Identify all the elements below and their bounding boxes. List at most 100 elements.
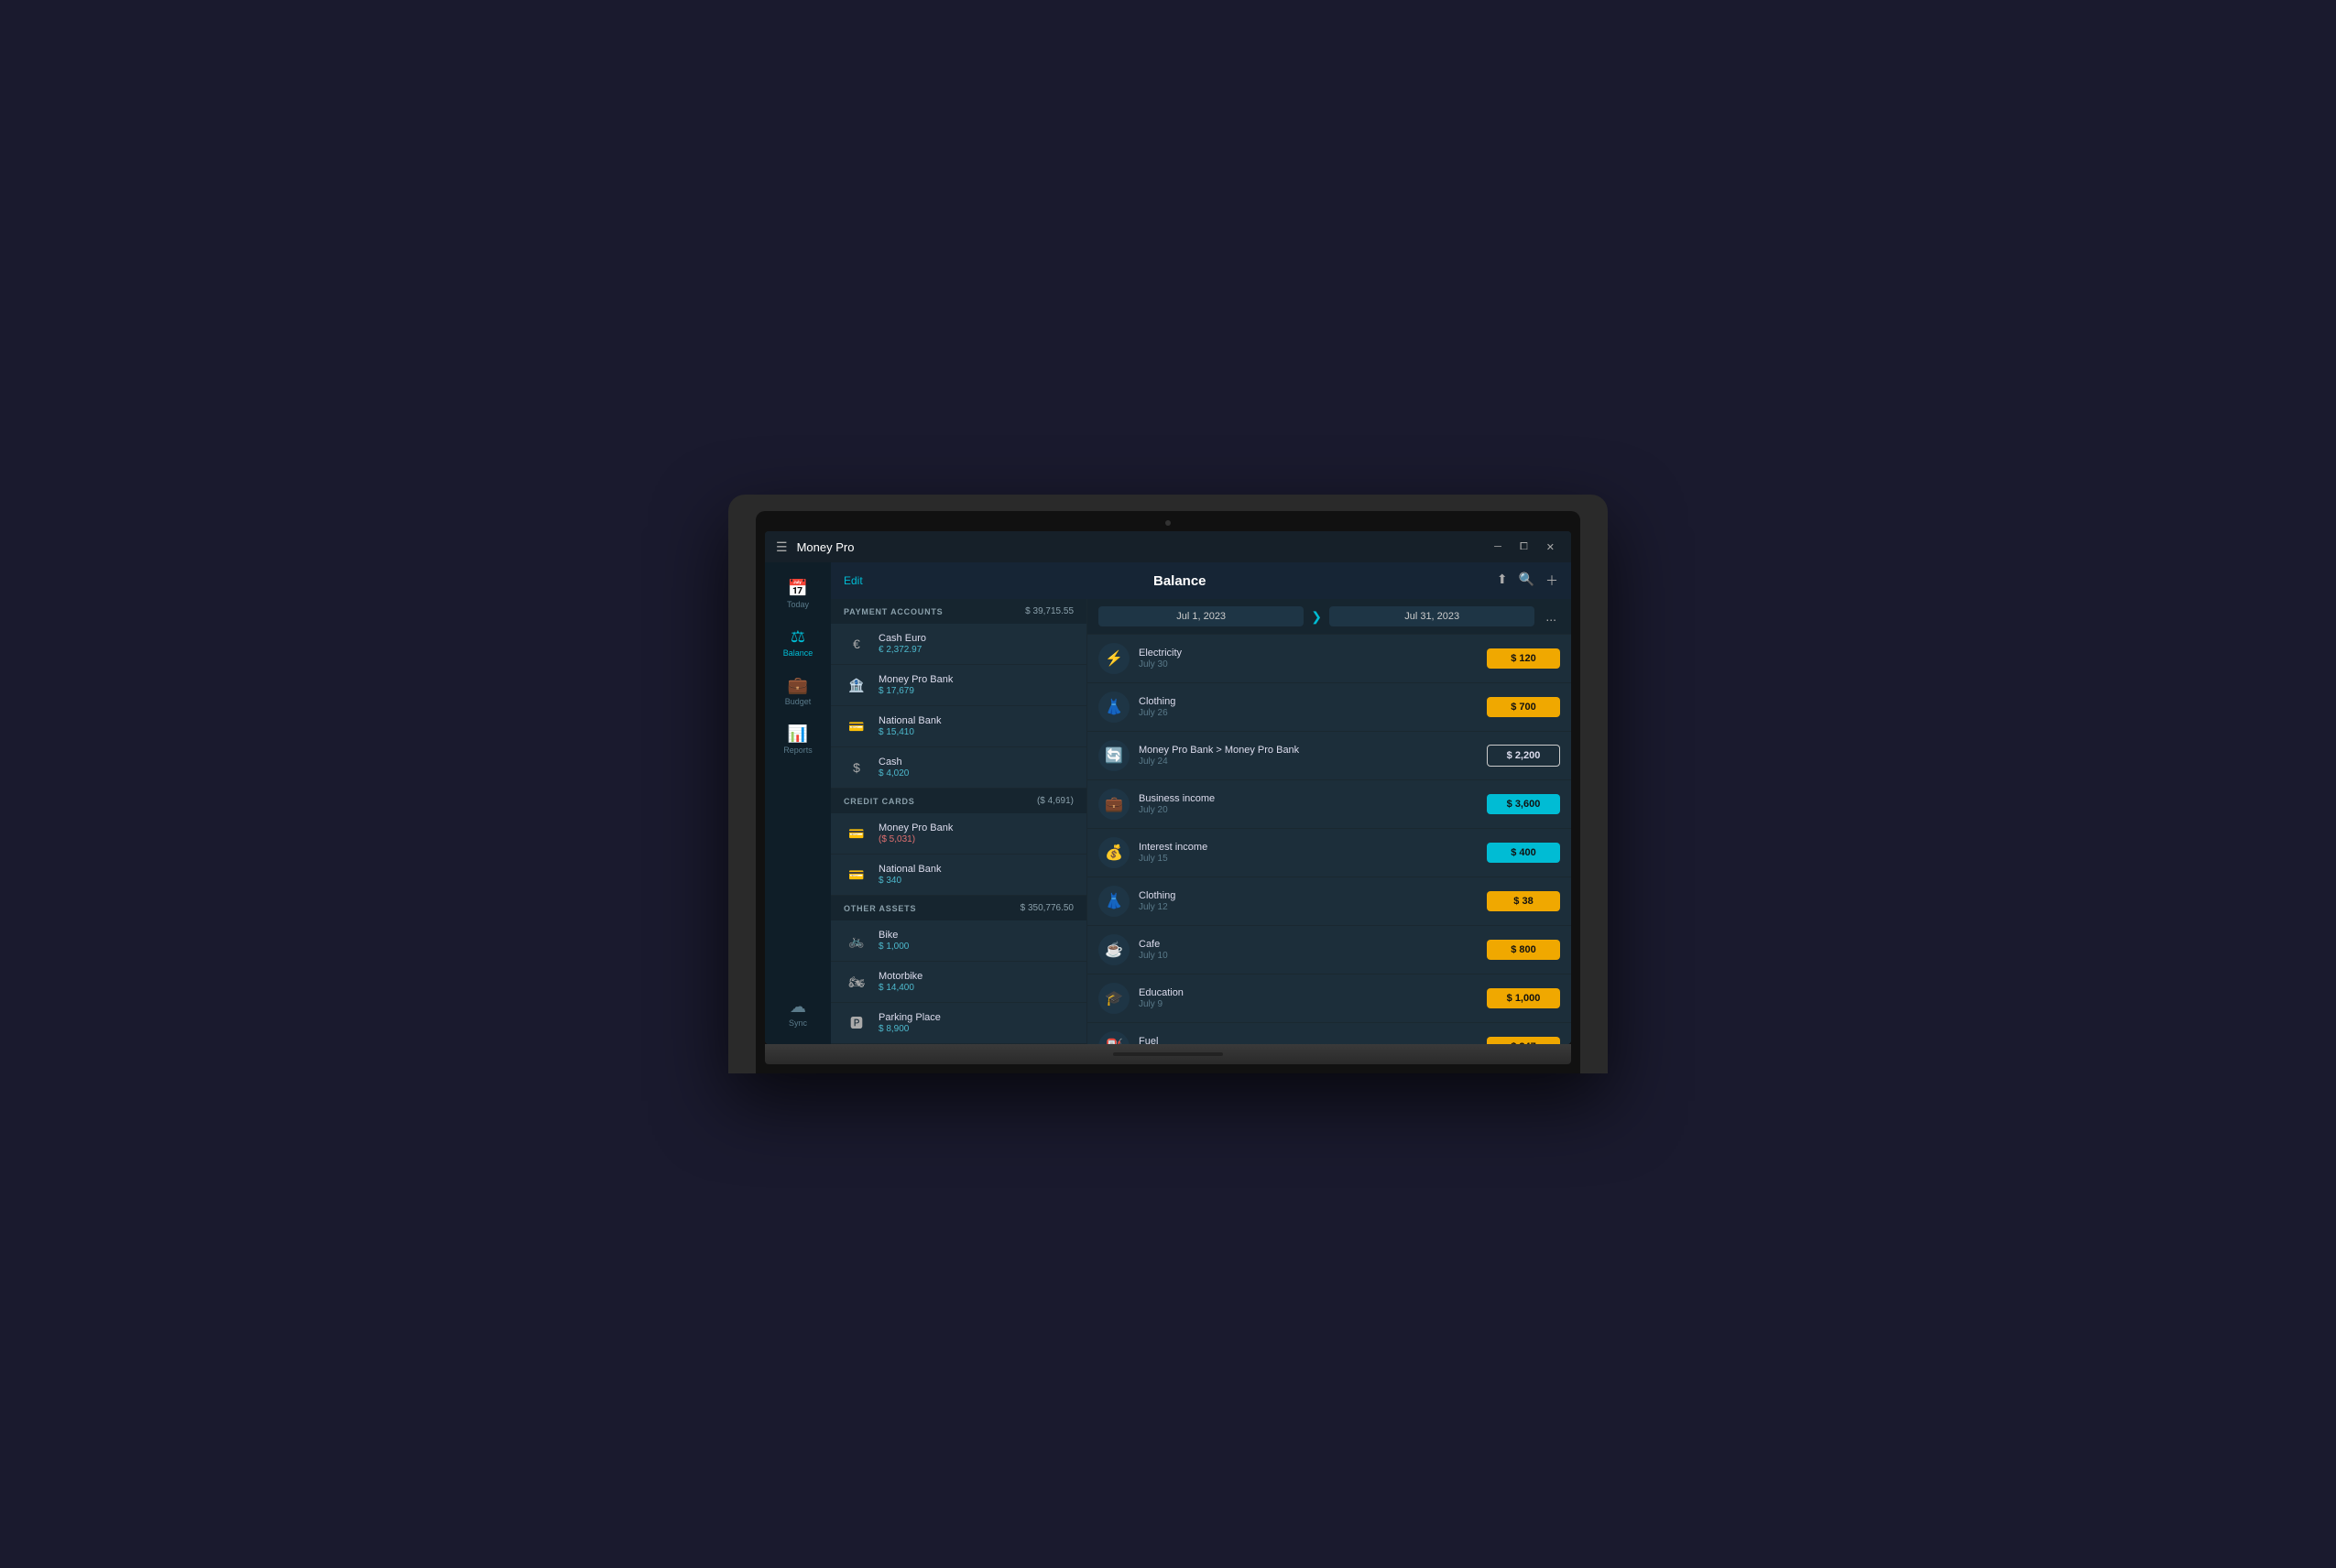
bike-balance: $ 1,000 (879, 942, 1074, 952)
account-bike-info: Bike $ 1,000 (879, 930, 1074, 952)
edit-button[interactable]: Edit (844, 574, 863, 587)
tx-amount-5: $ 38 (1487, 891, 1560, 911)
other-assets-total: $ 350,776.50 (1021, 903, 1074, 913)
transaction-item[interactable]: 👗 Clothing July 26 $ 700 (1087, 683, 1571, 732)
tx-amount-3: $ 3,600 (1487, 794, 1560, 814)
sidebar-item-budget[interactable]: 💼 Budget (765, 667, 831, 715)
transaction-item[interactable]: ⚡ Electricity July 30 $ 120 (1087, 635, 1571, 683)
tx-amount-0: $ 120 (1487, 648, 1560, 669)
cash-name: Cash (879, 757, 1074, 768)
tx-name-0: Electricity (1139, 648, 1487, 659)
tx-date-5: July 12 (1139, 902, 1487, 912)
sidebar-item-reports[interactable]: 📊 Reports (765, 715, 831, 764)
cc-money-pro-balance: ($ 5,031) (879, 834, 1074, 844)
transaction-item[interactable]: 🎓 Education July 9 $ 1,000 (1087, 975, 1571, 1023)
tx-name-2: Money Pro Bank > Money Pro Bank (1139, 745, 1487, 756)
transaction-item[interactable]: 🔄 Money Pro Bank > Money Pro Bank July 2… (1087, 732, 1571, 780)
transaction-item[interactable]: 💰 Interest income July 15 $ 400 (1087, 829, 1571, 877)
top-bar: Edit Balance ⬆ 🔍 ＋ (831, 562, 1571, 599)
money-pro-bank-icon: 🏦 (844, 672, 869, 698)
transaction-item[interactable]: ☕ Cafe July 10 $ 800 (1087, 926, 1571, 975)
tx-date-7: July 9 (1139, 999, 1487, 1009)
transaction-item[interactable]: ⛽ Fuel July 7 $ 247 (1087, 1023, 1571, 1044)
cash-balance: $ 4,020 (879, 768, 1074, 779)
cc-money-pro-icon: 💳 (844, 821, 869, 846)
tx-icon-7: 🎓 (1098, 983, 1130, 1014)
tx-date-3: July 20 (1139, 805, 1487, 815)
parking-name: Parking Place (879, 1012, 1074, 1023)
sync-icon: ☁ (790, 997, 806, 1017)
app-body: 📅 Today ⚖ Balance 💼 Budget 📊 Reports (765, 562, 1571, 1044)
account-parking-info: Parking Place $ 8,900 (879, 1012, 1074, 1034)
cash-euro-balance: € 2,372.97 (879, 645, 1074, 655)
date-to-button[interactable]: Jul 31, 2023 (1329, 606, 1534, 626)
tx-name-1: Clothing (1139, 696, 1487, 707)
account-motorbike[interactable]: 🏍 Motorbike $ 14,400 (831, 962, 1086, 1003)
credit-cards-title: CREDIT CARDS (844, 797, 915, 806)
tx-info-0: Electricity July 30 (1139, 648, 1487, 670)
sidebar-item-sync[interactable]: ☁ Sync (765, 988, 831, 1037)
sidebar-item-reports-label: Reports (783, 746, 813, 755)
national-bank-balance: $ 15,410 (879, 727, 1074, 737)
motorbike-icon: 🏍 (844, 969, 869, 995)
account-cash-euro[interactable]: € Cash Euro € 2,372.97 (831, 624, 1086, 665)
menu-icon[interactable]: ☰ (776, 539, 788, 555)
add-icon[interactable]: ＋ (1545, 572, 1558, 590)
account-national-bank-info: National Bank $ 15,410 (879, 715, 1074, 737)
maximize-button[interactable]: ⧠ (1514, 539, 1534, 555)
page-title: Balance (863, 573, 1497, 589)
date-from-button[interactable]: Jul 1, 2023 (1098, 606, 1304, 626)
tx-name-3: Business income (1139, 793, 1487, 804)
tx-info-7: Education July 9 (1139, 987, 1487, 1009)
minimize-button[interactable]: ─ (1489, 539, 1507, 555)
screen-bezel: ☰ Money Pro ─ ⧠ ✕ 📅 Today ⚖ (756, 511, 1580, 1073)
date-nav: Jul 1, 2023 ❯ Jul 31, 2023 ... (1087, 599, 1571, 635)
cash-icon: $ (844, 755, 869, 780)
national-bank-name: National Bank (879, 715, 1074, 726)
cc-money-pro-name: Money Pro Bank (879, 822, 1074, 833)
account-cash[interactable]: $ Cash $ 4,020 (831, 747, 1086, 789)
credit-cards-header: CREDIT CARDS ($ 4,691) (831, 789, 1086, 813)
bike-name: Bike (879, 930, 1074, 941)
tx-date-1: July 26 (1139, 708, 1487, 718)
export-icon[interactable]: ⬆ (1497, 572, 1508, 590)
parking-icon: 🅿 (844, 1010, 869, 1036)
budget-icon: 💼 (788, 676, 808, 695)
cash-euro-icon: € (844, 631, 869, 657)
tx-icon-2: 🔄 (1098, 740, 1130, 771)
account-motorbike-info: Motorbike $ 14,400 (879, 971, 1074, 993)
transaction-list: ⚡ Electricity July 30 $ 120 👗 Clothing J… (1087, 635, 1571, 1044)
tx-amount-8: $ 247 (1487, 1037, 1560, 1044)
tx-info-2: Money Pro Bank > Money Pro Bank July 24 (1139, 745, 1487, 767)
search-icon[interactable]: 🔍 (1519, 572, 1534, 590)
other-assets-header: OTHER ASSETS $ 350,776.50 (831, 896, 1086, 920)
sidebar: 📅 Today ⚖ Balance 💼 Budget 📊 Reports (765, 562, 831, 1044)
top-bar-actions: ⬆ 🔍 ＋ (1497, 572, 1558, 590)
tx-icon-0: ⚡ (1098, 643, 1130, 674)
close-button[interactable]: ✕ (1541, 539, 1560, 555)
payment-accounts-title: PAYMENT ACCOUNTS (844, 607, 943, 616)
tx-info-5: Clothing July 12 (1139, 890, 1487, 912)
transaction-item[interactable]: 👗 Clothing July 12 $ 38 (1087, 877, 1571, 926)
date-more-button[interactable]: ... (1542, 609, 1560, 624)
title-bar: ☰ Money Pro ─ ⧠ ✕ (765, 531, 1571, 562)
account-national-bank[interactable]: 💳 National Bank $ 15,410 (831, 706, 1086, 747)
tx-date-0: July 30 (1139, 659, 1487, 670)
tx-amount-6: $ 800 (1487, 940, 1560, 960)
account-money-pro-bank[interactable]: 🏦 Money Pro Bank $ 17,679 (831, 665, 1086, 706)
tx-name-6: Cafe (1139, 939, 1487, 950)
laptop-screen: ☰ Money Pro ─ ⧠ ✕ 📅 Today ⚖ (765, 531, 1571, 1044)
cash-euro-name: Cash Euro (879, 633, 1074, 644)
tx-icon-3: 💼 (1098, 789, 1130, 820)
sidebar-item-balance[interactable]: ⚖ Balance (765, 618, 831, 667)
account-cc-money-pro[interactable]: 💳 Money Pro Bank ($ 5,031) (831, 813, 1086, 855)
account-bike[interactable]: 🚲 Bike $ 1,000 (831, 920, 1086, 962)
transaction-item[interactable]: 💼 Business income July 20 $ 3,600 (1087, 780, 1571, 829)
account-cc-national[interactable]: 💳 National Bank $ 340 (831, 855, 1086, 896)
sidebar-item-today[interactable]: 📅 Today (765, 570, 831, 618)
account-parking[interactable]: 🅿 Parking Place $ 8,900 (831, 1003, 1086, 1044)
tx-icon-1: 👗 (1098, 691, 1130, 723)
window-controls: ─ ⧠ ✕ (1489, 539, 1560, 555)
motorbike-name: Motorbike (879, 971, 1074, 982)
accounts-panel: PAYMENT ACCOUNTS $ 39,715.55 € Cash Euro… (831, 599, 1087, 1044)
